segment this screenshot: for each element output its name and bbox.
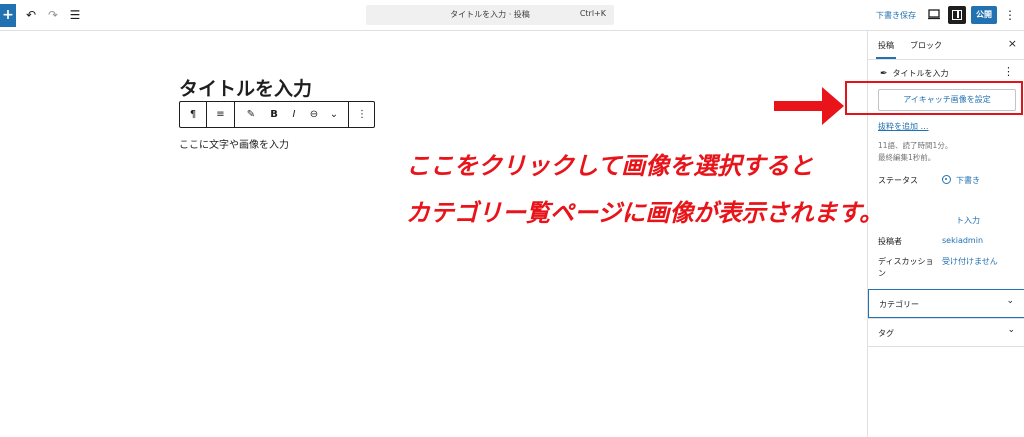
command-shortcut: Ctrl+K [579, 9, 606, 18]
annotation-line-1: ここをクリックして画像を選択すると [406, 152, 814, 180]
status-value[interactable]: 下書き [942, 175, 980, 186]
discussion-value[interactable]: 受け付けません [942, 256, 998, 267]
pen-icon: ✒ [880, 69, 888, 79]
tab-post[interactable]: 投稿 [876, 40, 896, 59]
draft-status-icon [942, 175, 951, 184]
discussion-label: ディスカッション [878, 257, 934, 278]
category-panel[interactable]: カテゴリー ⌄ [868, 289, 1024, 318]
word-count: 11語、読了時間1分。 [878, 141, 953, 150]
sidebar-tabs: 投稿 ブロック × [868, 31, 1024, 60]
chevron-down-icon: ⌄ [1007, 325, 1015, 335]
tag-panel[interactable]: タグ ⌄ [868, 318, 1024, 347]
preview-icon[interactable] [928, 8, 940, 20]
annotation-line-2: カテゴリー覧ページに画像が表示されます。 [406, 199, 884, 227]
list-view-icon[interactable]: ☰ [66, 6, 84, 24]
save-draft-button[interactable]: 下書き保存 [876, 10, 916, 21]
close-icon[interactable]: × [1008, 37, 1017, 50]
status-label: ステータス [878, 176, 918, 185]
toolbar-divider [234, 102, 235, 127]
top-toolbar: + ↶ ↷ ☰ タイトルを入力 · 投稿 Ctrl+K 下書き保存 公開 ⋮ [0, 0, 1024, 31]
chevron-down-icon[interactable]: ⌄ [324, 102, 344, 127]
bold-button[interactable]: B [264, 102, 284, 127]
italic-button[interactable]: I [284, 102, 304, 127]
settings-toggle-button[interactable] [948, 6, 966, 24]
paragraph-icon[interactable]: ¶ [180, 102, 206, 127]
chevron-down-icon: ⌄ [1006, 296, 1014, 306]
publish-button[interactable]: 公開 [971, 6, 997, 24]
link-value[interactable]: ト入力 [956, 215, 980, 226]
add-excerpt-link[interactable]: 抜粋を追加 … [878, 121, 929, 132]
options-more-icon[interactable]: ⋮ [1004, 6, 1016, 24]
author-label: 投稿者 [878, 237, 902, 246]
add-block-button[interactable]: + [0, 4, 16, 27]
tag-panel-title: タグ [878, 329, 894, 338]
paragraph-block[interactable]: ここに文字や画像を入力 [179, 136, 289, 151]
block-more-icon[interactable]: ⋮ [349, 102, 375, 127]
command-palette-bar[interactable]: タイトルを入力 · 投稿 Ctrl+K [366, 5, 614, 25]
post-title[interactable]: タイトルを入力 [179, 74, 312, 101]
post-type-header: ✒ タイトルを入力 [880, 68, 949, 79]
align-icon[interactable]: ≡ [207, 102, 234, 127]
editor-screen: + ↶ ↷ ☰ タイトルを入力 · 投稿 Ctrl+K 下書き保存 公開 ⋮ タ… [0, 0, 1024, 437]
highlight-box [845, 81, 1023, 115]
red-arrow-icon [774, 87, 844, 125]
tab-block[interactable]: ブロック [910, 40, 942, 51]
post-type-title: タイトルを入力 [892, 69, 949, 78]
author-value[interactable]: sekiadmin [942, 236, 983, 245]
block-toolbar: ¶ ≡ ✎ B I ⊖ ⌄ ⋮ [179, 101, 375, 128]
link-icon[interactable]: ⊖ [304, 102, 324, 127]
undo-icon[interactable]: ↶ [22, 6, 40, 24]
highlighter-icon[interactable]: ✎ [240, 102, 262, 127]
sidebar-icon [952, 10, 962, 20]
redo-icon[interactable]: ↷ [44, 6, 62, 24]
post-actions-more-icon[interactable]: ⋮ [1003, 65, 1014, 78]
category-panel-title: カテゴリー [879, 300, 919, 309]
last-edited: 最終編集1秒前。 [878, 153, 936, 162]
command-title: タイトルを入力 · 投稿 [450, 10, 530, 19]
